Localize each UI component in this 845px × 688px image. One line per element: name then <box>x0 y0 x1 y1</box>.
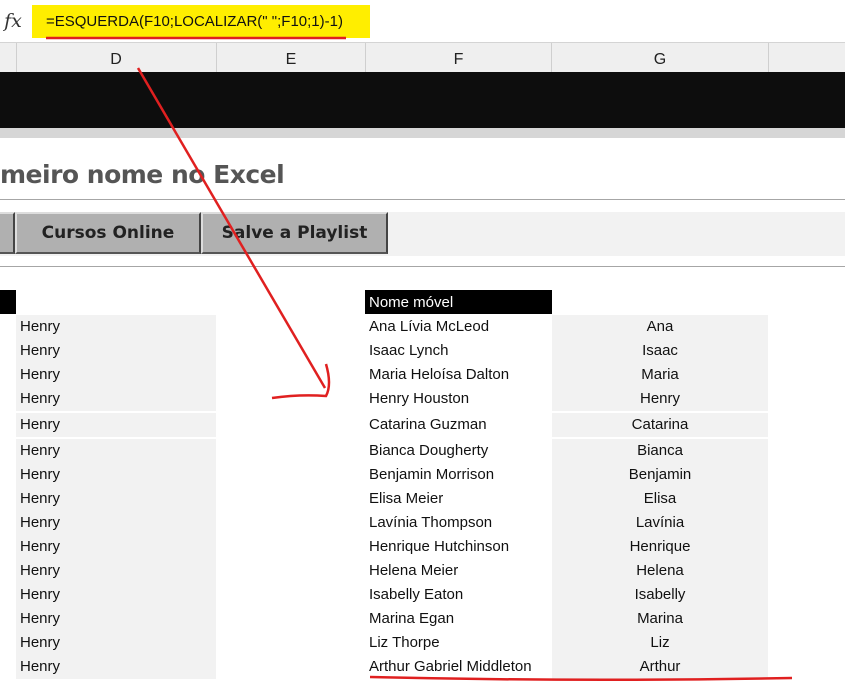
annotation-overlay <box>46 36 793 682</box>
annotation-underline <box>369 675 793 682</box>
annotation-arrow <box>136 67 327 389</box>
